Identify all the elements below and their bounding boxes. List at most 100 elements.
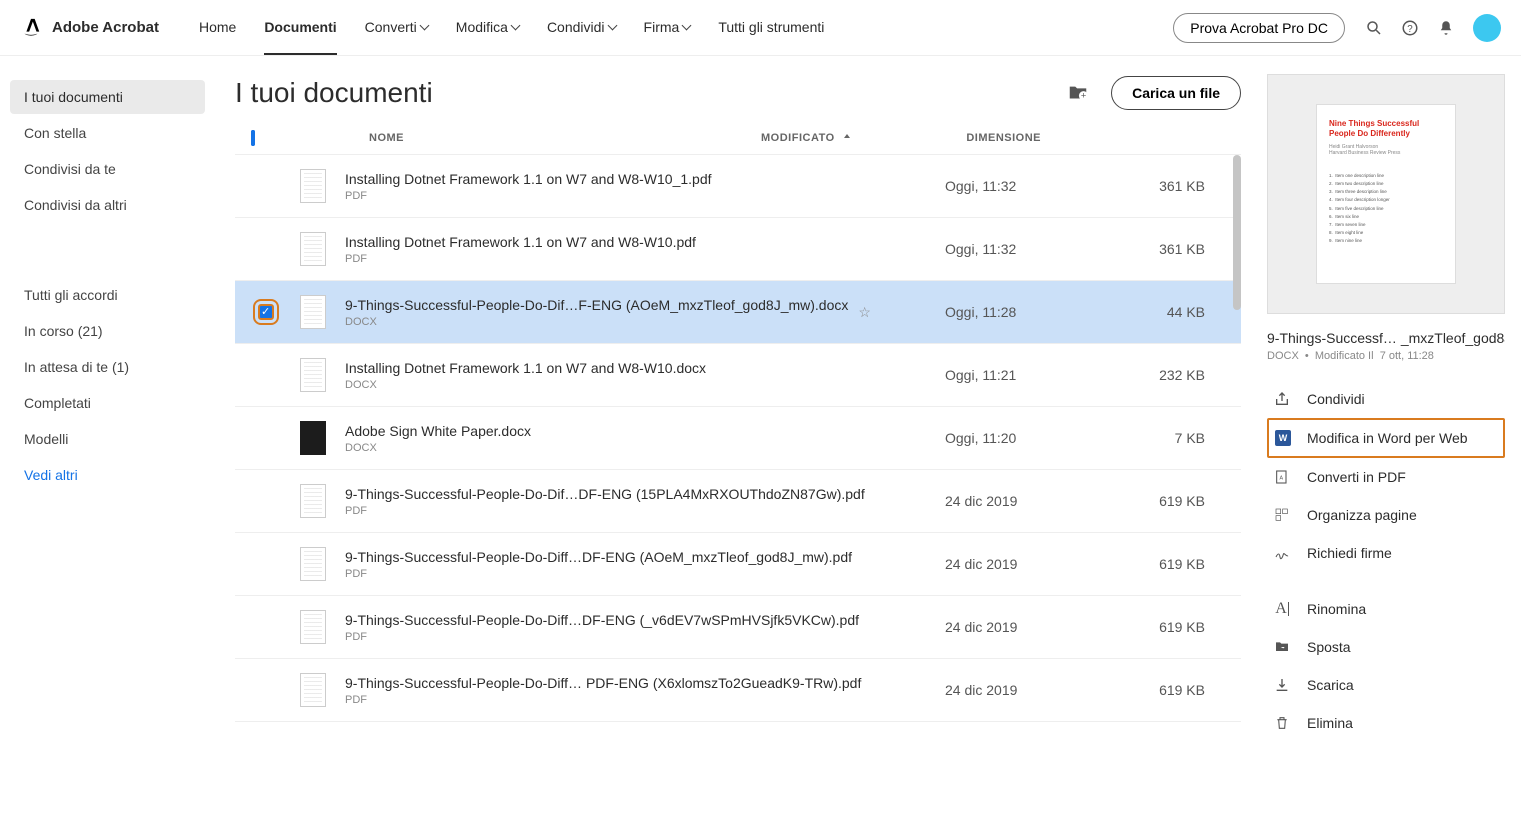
row-checkbox-checked[interactable] [258, 304, 274, 320]
file-name: 9-Things-Successful-People-Do-Diff…DF-EN… [345, 612, 859, 628]
column-header-size[interactable]: DIMENSIONE [941, 132, 1061, 144]
file-type: PDF [345, 631, 859, 643]
nav-home[interactable]: Home [199, 0, 236, 55]
brand-name: Adobe Acrobat [52, 19, 159, 36]
action-edit-in-word[interactable]: W Modifica in Word per Web [1267, 418, 1505, 458]
try-pro-button[interactable]: Prova Acrobat Pro DC [1173, 13, 1345, 43]
details-file-meta: DOCX • Modificato Il 7 ott, 11:28 [1267, 350, 1505, 362]
sidebar-starred[interactable]: Con stella [10, 116, 205, 150]
file-type: PDF [345, 694, 861, 706]
file-modified: 24 dic 2019 [945, 619, 1125, 635]
table-row[interactable]: 9-Things-Successful-People-Do-Diff…DF-EN… [235, 533, 1241, 596]
chevron-down-icon [512, 19, 519, 35]
share-icon [1273, 390, 1291, 408]
file-thumbnail [300, 484, 326, 518]
trash-icon [1273, 714, 1291, 732]
file-thumbnail [300, 673, 326, 707]
word-icon: W [1275, 430, 1291, 446]
file-name: 9-Things-Successful-People-Do-Dif…F-ENG … [345, 297, 848, 313]
nav-edit[interactable]: Modifica [456, 0, 519, 55]
file-type: PDF [345, 253, 696, 265]
file-type: DOCX [345, 316, 848, 328]
sidebar-templates[interactable]: Modelli [10, 422, 205, 456]
file-size: 619 KB [1125, 493, 1225, 509]
file-size: 361 KB [1125, 178, 1225, 194]
table-row[interactable]: Adobe Sign White Paper.docxDOCXOggi, 11:… [235, 407, 1241, 470]
nav-documents[interactable]: Documenti [264, 0, 336, 55]
file-type: PDF [345, 568, 852, 580]
action-download[interactable]: Scarica [1267, 666, 1505, 704]
acrobat-logo-icon [20, 17, 42, 39]
nav-convert[interactable]: Converti [365, 0, 428, 55]
new-folder-upload-icon[interactable]: + [1067, 82, 1089, 104]
file-modified: Oggi, 11:32 [945, 241, 1125, 257]
action-convert-pdf[interactable]: A Converti in PDF [1267, 458, 1505, 496]
nav-all-tools[interactable]: Tutti gli strumenti [718, 0, 824, 55]
file-thumbnail [300, 295, 326, 329]
action-request-signatures[interactable]: Richiedi firme [1267, 534, 1505, 572]
chevron-down-icon [609, 19, 616, 35]
organize-pages-icon [1273, 506, 1291, 524]
table-row[interactable]: 9-Things-Successful-People-Do-Diff… PDF-… [235, 659, 1241, 722]
table-row[interactable]: 9-Things-Successful-People-Do-Diff…DF-EN… [235, 596, 1241, 659]
sidebar-your-documents[interactable]: I tuoi documenti [10, 80, 205, 114]
file-modified: Oggi, 11:32 [945, 178, 1125, 194]
action-move[interactable]: Sposta [1267, 628, 1505, 666]
sidebar-shared-by-others[interactable]: Condivisi da altri [10, 188, 205, 222]
file-modified: 24 dic 2019 [945, 682, 1125, 698]
file-size: 619 KB [1125, 619, 1225, 635]
file-modified: Oggi, 11:21 [945, 367, 1125, 383]
sidebar-shared-by-you[interactable]: Condivisi da te [10, 152, 205, 186]
file-preview[interactable]: Nine Things Successful People Do Differe… [1267, 74, 1505, 314]
chevron-down-icon [421, 19, 428, 35]
sidebar-completed[interactable]: Completati [10, 386, 205, 420]
action-organize-pages[interactable]: Organizza pagine [1267, 496, 1505, 534]
download-icon [1273, 676, 1291, 694]
chevron-down-icon [683, 19, 690, 35]
select-all-indeterminate-checkbox[interactable] [251, 130, 255, 146]
file-name: Installing Dotnet Framework 1.1 on W7 an… [345, 171, 712, 187]
sidebar-all-agreements[interactable]: Tutti gli accordi [10, 278, 205, 312]
column-header-modified[interactable]: MODIFICATO [761, 132, 941, 144]
file-size: 44 KB [1125, 304, 1225, 320]
help-icon[interactable]: ? [1401, 19, 1419, 37]
sidebar: I tuoi documenti Con stella Condivisi da… [0, 56, 215, 760]
table-row[interactable]: Installing Dotnet Framework 1.1 on W7 an… [235, 155, 1241, 218]
file-thumbnail [300, 169, 326, 203]
table-row[interactable]: Installing Dotnet Framework 1.1 on W7 an… [235, 218, 1241, 281]
file-size: 232 KB [1125, 367, 1225, 383]
sidebar-see-more[interactable]: Vedi altri [10, 458, 205, 492]
file-size: 619 KB [1125, 682, 1225, 698]
table-scrollbar[interactable] [1233, 155, 1241, 310]
action-share[interactable]: Condividi [1267, 380, 1505, 418]
file-size: 361 KB [1125, 241, 1225, 257]
table-row[interactable]: 9-Things-Successful-People-Do-Dif…F-ENG … [235, 281, 1241, 344]
avatar[interactable] [1473, 14, 1501, 42]
file-name: Adobe Sign White Paper.docx [345, 423, 531, 439]
table-row[interactable]: 9-Things-Successful-People-Do-Dif…DF-ENG… [235, 470, 1241, 533]
nav-sign[interactable]: Firma [644, 0, 691, 55]
notifications-icon[interactable] [1437, 19, 1455, 37]
file-modified: Oggi, 11:28 [945, 304, 1125, 320]
action-rename[interactable]: A Rinomina [1267, 590, 1505, 628]
sidebar-in-progress[interactable]: In corso (21) [10, 314, 205, 348]
file-name: Installing Dotnet Framework 1.1 on W7 an… [345, 234, 696, 250]
svg-text:+: + [1081, 91, 1086, 101]
file-thumbnail [300, 232, 326, 266]
app-logo: Adobe Acrobat [20, 17, 159, 39]
file-name: 9-Things-Successful-People-Do-Diff…DF-EN… [345, 549, 852, 565]
file-modified: Oggi, 11:20 [945, 430, 1125, 446]
pdf-icon: A [1273, 468, 1291, 486]
svg-text:A: A [1280, 476, 1284, 482]
table-row[interactable]: Installing Dotnet Framework 1.1 on W7 an… [235, 344, 1241, 407]
search-icon[interactable] [1365, 19, 1383, 37]
action-delete[interactable]: Elimina [1267, 704, 1505, 742]
star-icon[interactable]: ☆ [858, 304, 871, 321]
file-name: 9-Things-Successful-People-Do-Diff… PDF-… [345, 675, 861, 691]
upload-file-button[interactable]: Carica un file [1111, 76, 1241, 110]
column-header-name[interactable]: NOME [281, 132, 761, 144]
file-size: 7 KB [1125, 430, 1225, 446]
nav-share[interactable]: Condividi [547, 0, 616, 55]
sidebar-waiting-you[interactable]: In attesa di te (1) [10, 350, 205, 384]
file-type: PDF [345, 190, 712, 202]
